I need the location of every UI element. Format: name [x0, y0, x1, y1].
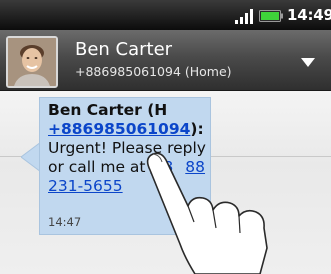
contact-avatar[interactable] [6, 36, 58, 88]
sender-number-link[interactable]: +886985061094 [48, 120, 190, 138]
phone-link-part[interactable]: +8 [150, 158, 173, 176]
message-sender: Ben Carter (H +886985061094): [48, 101, 204, 138]
contact-number: +886985061094 (Home) [75, 64, 232, 79]
sender-name: Ben Carter (H [48, 101, 168, 119]
signal-bars-icon [235, 9, 253, 24]
status-bar: 14:49 [0, 0, 331, 30]
message-thread-screen: 14:49 Ben Carter +886985061094 (Home) Be… [0, 0, 331, 274]
contact-header[interactable]: Ben Carter +886985061094 (Home) [0, 30, 331, 91]
battery-icon [259, 10, 283, 22]
contact-name: Ben Carter [75, 39, 173, 60]
chevron-down-icon[interactable] [300, 56, 316, 68]
message-timestamp: 14:47 [48, 215, 82, 229]
bubble-tail [21, 142, 41, 172]
phone-link-part[interactable]: 88 [185, 158, 205, 176]
phone-link-part[interactable]: 231-5655 [48, 177, 123, 195]
message-text: Ben Carter (H +886985061094): Urgent! Pl… [48, 101, 210, 196]
sender-suffix: ): [190, 120, 204, 138]
status-time: 14:49 [287, 6, 331, 24]
